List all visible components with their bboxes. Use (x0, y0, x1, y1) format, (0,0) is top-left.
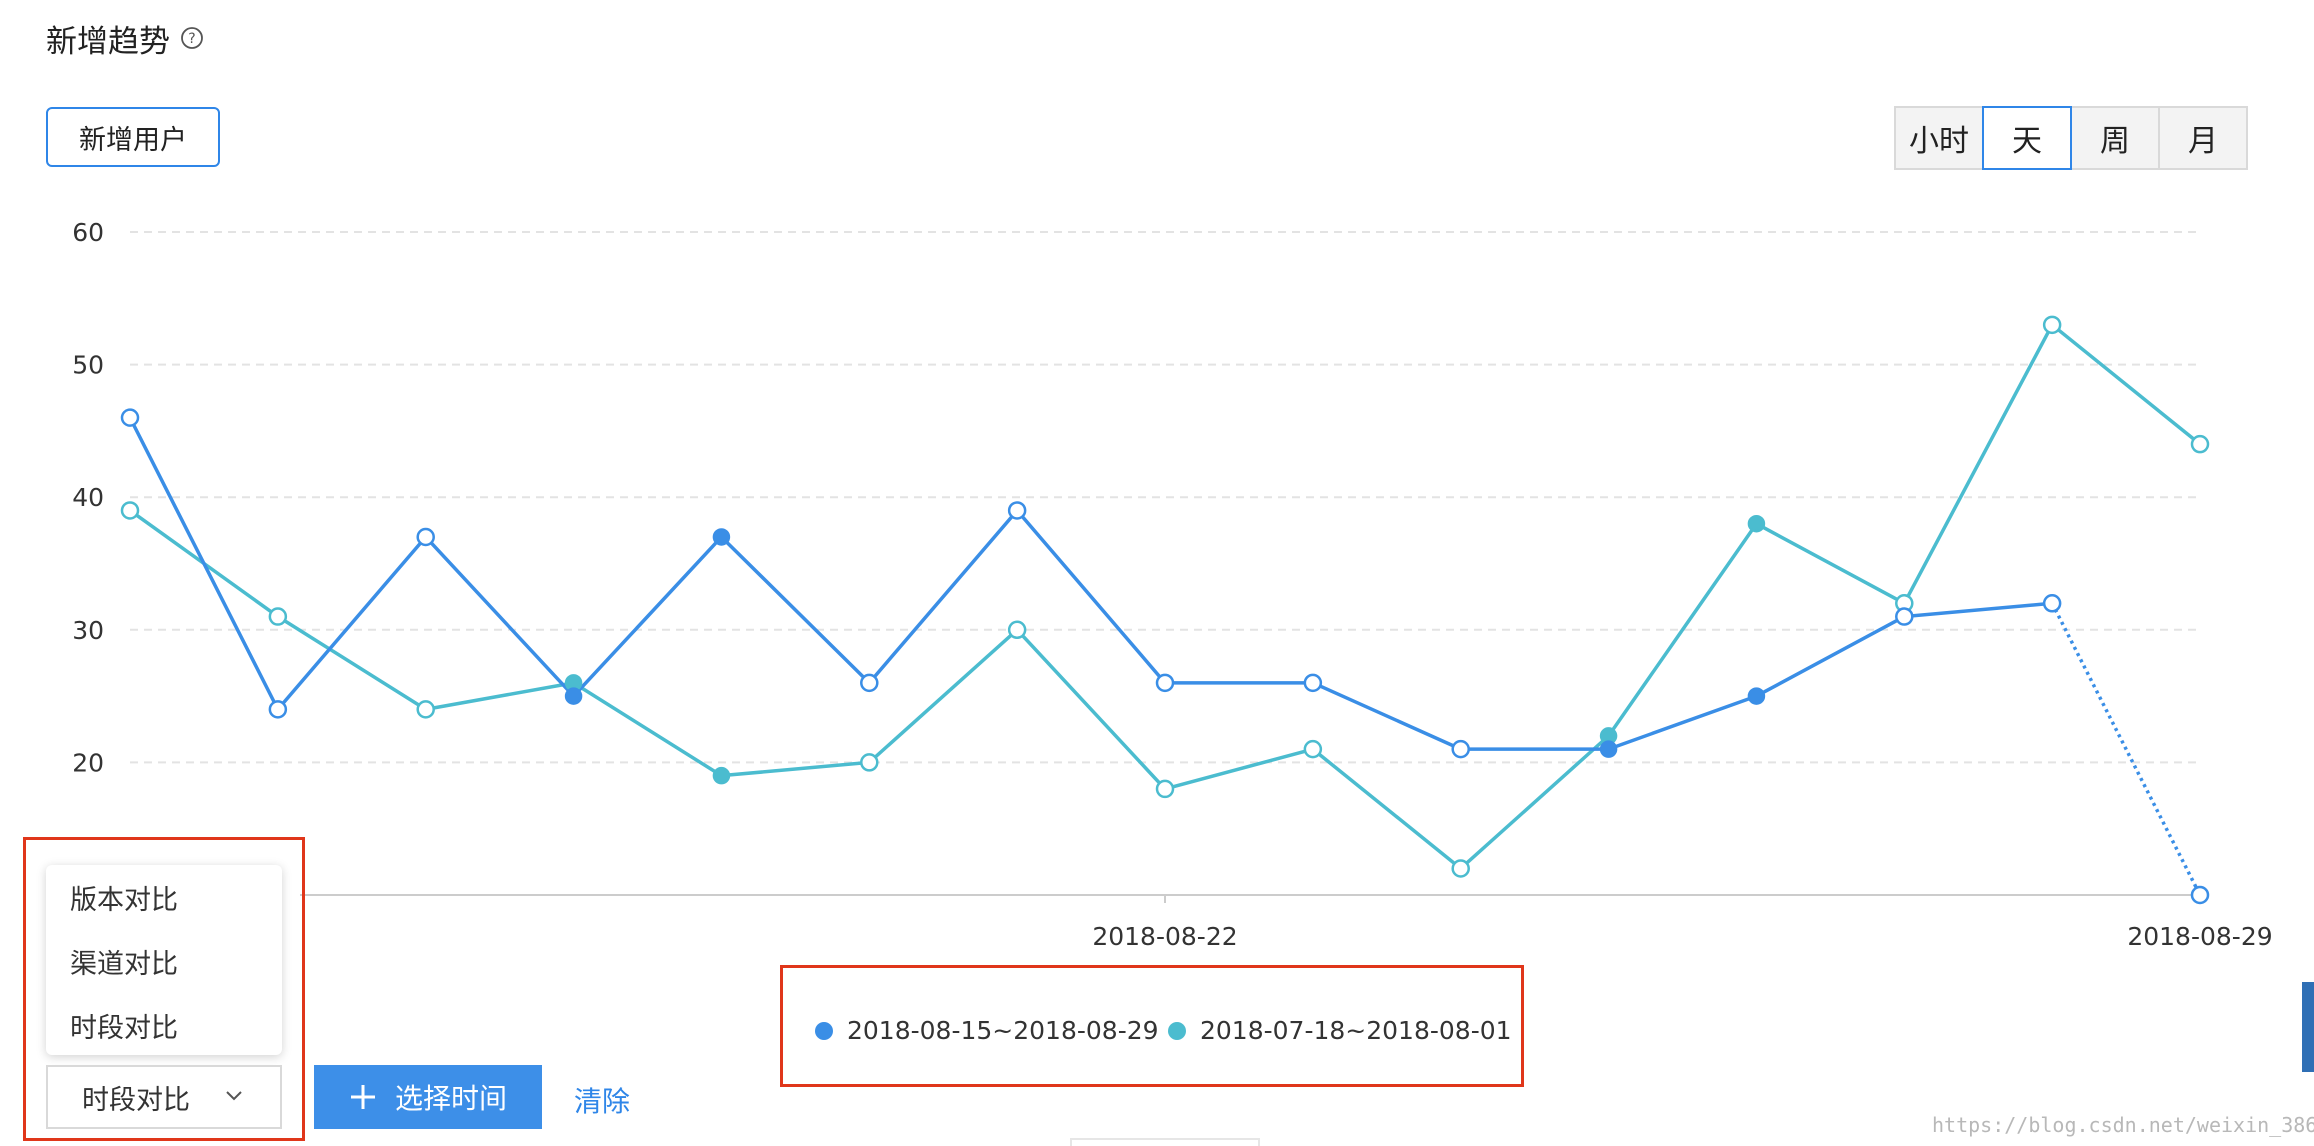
legend-item-previous[interactable]: 2018-07-18~2018-08-01 (1168, 1016, 1512, 1045)
data-point-series-0[interactable] (1895, 607, 1914, 626)
data-point-series-0[interactable] (860, 673, 879, 693)
data-point-series-1[interactable] (860, 753, 879, 772)
y-tick-label: 20 (72, 748, 104, 777)
legend-label-previous: 2018-07-18~2018-08-01 (1200, 1016, 1512, 1045)
select-time-label: 选择时间 (394, 1082, 507, 1115)
legend-dot-icon (815, 1021, 833, 1040)
data-point-series-0[interactable] (1747, 687, 1766, 705)
data-point-series-0[interactable] (1599, 740, 1618, 758)
select-time-button[interactable]: 选择时间 (314, 1065, 542, 1129)
data-point-series-1[interactable] (1451, 859, 1470, 878)
bottom-panel-edge (1070, 1138, 1260, 1146)
data-point-series-0[interactable] (120, 408, 140, 427)
y-tick-label: 40 (72, 483, 104, 512)
plus-icon (350, 1085, 375, 1109)
legend-annotation-box: 2018-08-15~2018-08-29 2018-07-18~2018-08… (780, 965, 1524, 1087)
page-scrollbar-thumb[interactable] (2302, 982, 2314, 1072)
compare-select-value: 时段对比 (82, 1084, 190, 1116)
data-point-series-0[interactable] (1007, 501, 1027, 520)
menu-item-version-compare[interactable]: 版本对比 (46, 865, 282, 929)
y-tick-label: 30 (72, 616, 104, 645)
y-tick-label: 60 (72, 218, 104, 247)
data-point-series-0[interactable] (268, 700, 288, 719)
data-point-series-1[interactable] (120, 501, 140, 520)
clear-link[interactable]: 清除 (574, 1080, 630, 1120)
legend-dot-icon (1168, 1021, 1186, 1040)
data-point-series-0[interactable] (2042, 594, 2062, 613)
chart-data-points[interactable] (120, 315, 2210, 905)
compare-type-select[interactable]: 时段对比 (46, 1065, 282, 1129)
chart-series-lines (128, 323, 2202, 896)
data-point-series-0[interactable] (416, 527, 435, 547)
y-tick-label: 50 (72, 351, 104, 380)
data-point-series-1[interactable] (1007, 620, 1027, 640)
series-line-projection-0 (2050, 602, 2202, 896)
x-tick-label: 2018-08-29 (2127, 922, 2272, 951)
chart-axes: 60 50 40 30 20 2018-08-22 2018-08-29 (72, 218, 2272, 951)
data-point-series-1[interactable] (2190, 434, 2210, 454)
chevron-down-icon (226, 1091, 242, 1101)
legend-label-current: 2018-08-15~2018-08-29 (847, 1016, 1159, 1045)
menu-item-period-compare[interactable]: 时段对比 (46, 993, 282, 1057)
data-point-series-1[interactable] (712, 766, 731, 785)
watermark-text: https://blog.csdn.net/weixin_38633659 (1932, 1113, 2314, 1137)
data-point-series-0[interactable] (712, 528, 731, 546)
compare-dropdown-menu: 版本对比 渠道对比 时段对比 (46, 865, 282, 1055)
data-point-series-1[interactable] (1303, 739, 1323, 759)
data-point-series-1[interactable] (416, 700, 435, 719)
data-point-series-0[interactable] (1303, 673, 1323, 693)
data-point-series-0[interactable] (1155, 673, 1175, 693)
data-point-series-0[interactable] (1451, 739, 1470, 759)
granularity-day-button[interactable]: 天 (1982, 106, 2072, 170)
data-point-series-1[interactable] (2042, 315, 2062, 335)
x-tick-label: 2018-08-22 (1092, 922, 1237, 951)
data-point-series-1[interactable] (268, 607, 288, 626)
legend-item-current[interactable]: 2018-08-15~2018-08-29 (815, 1016, 1159, 1045)
data-point-series-0[interactable] (564, 687, 583, 705)
data-point-series-0[interactable] (2190, 885, 2210, 905)
data-point-series-1[interactable] (1747, 514, 1766, 533)
menu-item-channel-compare[interactable]: 渠道对比 (46, 929, 282, 993)
data-point-series-1[interactable] (1155, 779, 1175, 799)
